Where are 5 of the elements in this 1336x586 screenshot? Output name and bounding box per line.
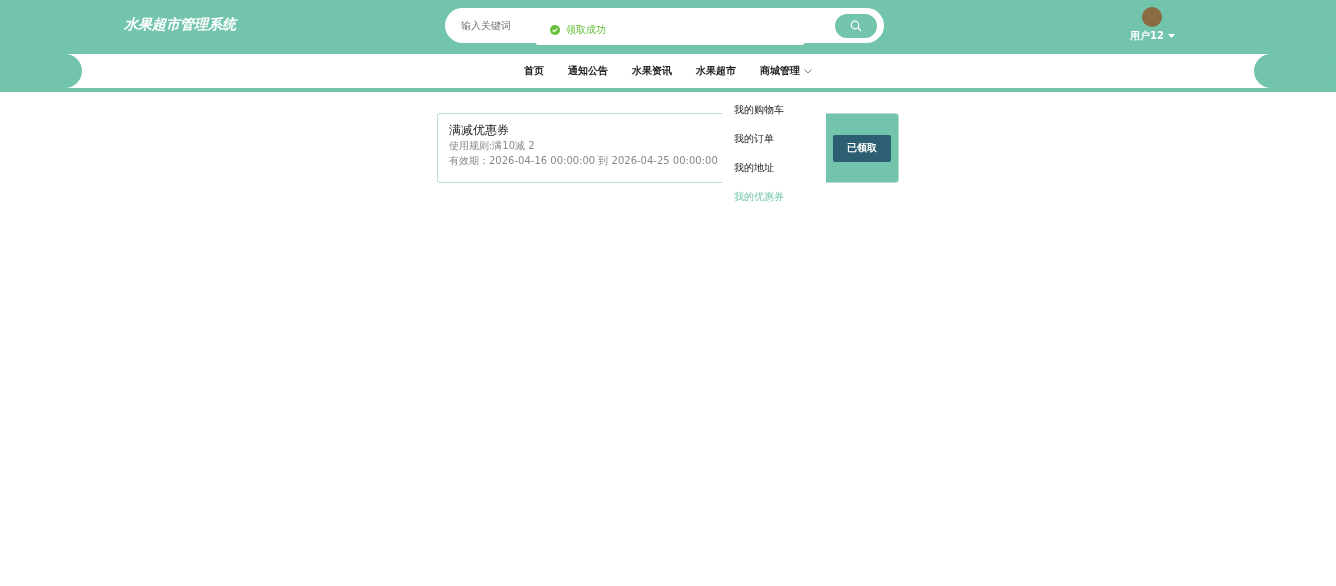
site-title: 水果超市管理系统 bbox=[124, 16, 236, 34]
toast-message: 领取成功 bbox=[566, 22, 606, 37]
coupon-name: 满减优惠券 bbox=[449, 123, 509, 138]
coupon-rule: 使用规则:满10减 2 bbox=[449, 139, 535, 153]
coupon-validity: 有效期：2026-04-16 00:00:00 到 2026-04-25 00:00:00 bbox=[449, 154, 718, 168]
